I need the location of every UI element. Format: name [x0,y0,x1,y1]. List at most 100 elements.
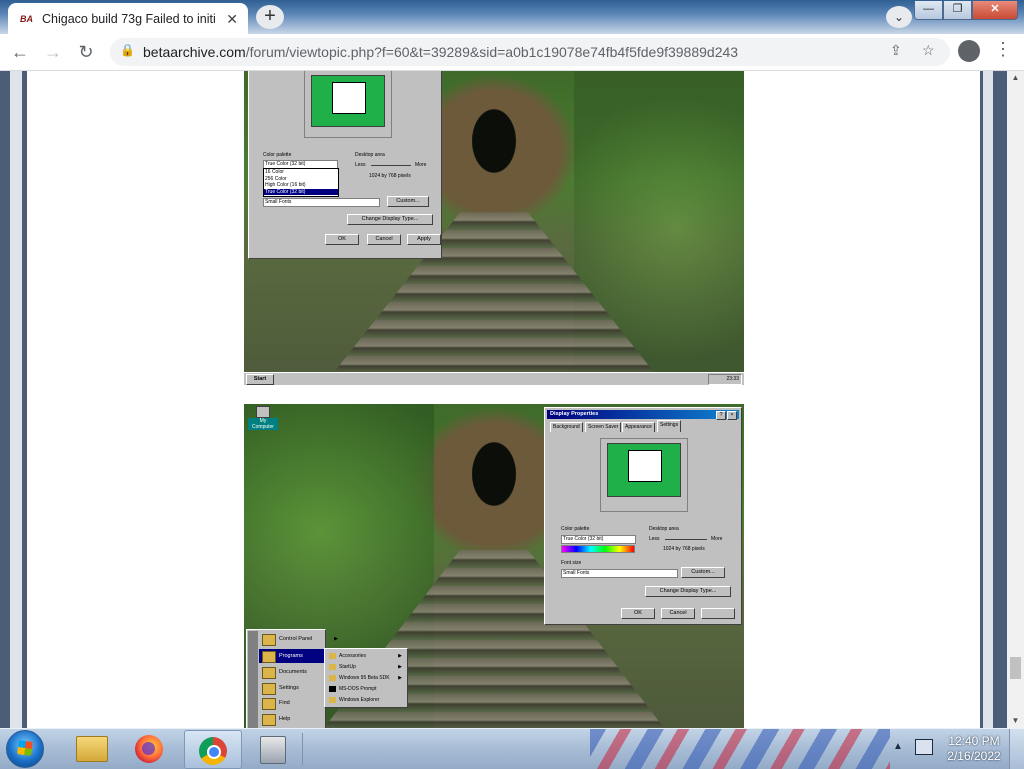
font-size-select[interactable]: Small Fonts [263,198,380,207]
network-icon[interactable] [915,739,933,755]
start-menu-help[interactable]: Help [259,712,341,726]
taskbar-firefox[interactable] [122,730,178,767]
color-palette-options: 16 Color 256 Color High Color (16 bit) T… [263,168,339,197]
browser-tab-active[interactable]: BA Chigaco build 73g Failed to initi ✕ [8,3,248,34]
submenu-ms-dos-prompt[interactable]: MS-DOS Prompt [327,684,405,694]
submenu-accessories[interactable]: Accessories ▶ [327,651,405,661]
change-display-type-button-2[interactable]: Change Display Type... [645,586,731,597]
apply-button[interactable]: Apply [407,234,441,245]
betaarchive-favicon-icon: BA [20,13,33,24]
new-tab-button[interactable]: + [256,5,284,29]
profile-avatar-icon[interactable] [958,40,980,62]
taskbar-chrome[interactable] [184,730,242,769]
desktop-area-slider[interactable] [371,165,411,166]
win95-start-button[interactable]: Start [246,374,274,385]
attached-screenshot-1[interactable]: Color palette True Color (32 bit) 16 Col… [244,71,744,385]
tab-appearance[interactable]: Appearance [622,422,655,432]
start-menu-control-panel[interactable]: Control Panel ▶ [259,632,341,646]
start-orb-button[interactable] [6,730,44,768]
forward-arrow-icon[interactable]: → [41,40,65,64]
bookmark-star-icon[interactable]: ☆ [922,42,935,59]
tab-screen-saver[interactable]: Screen Saver [585,422,622,432]
tab-search-chevron-icon[interactable]: ⌄ [886,6,912,28]
explorer-icon [329,697,336,703]
ok-button[interactable]: OK [325,234,359,245]
folder-icon [329,675,336,681]
windows-taskbar: ▲ 12:40 PM 2/16/2022 [0,728,1024,769]
custom-button[interactable]: Custom... [387,196,429,207]
tab-settings[interactable]: Settings [657,420,682,432]
cancel-button-2[interactable]: Cancel [661,608,695,619]
programs-folder-icon [262,651,276,663]
attached-screenshot-2[interactable]: My Computer Display Properties ? × Backg… [244,404,744,728]
system-clock[interactable]: 12:40 PM 2/16/2022 [944,734,1004,764]
help-book-icon [262,714,276,726]
tab-title: Chigaco build 73g Failed to initi [42,11,216,26]
folder-icon [329,664,336,670]
settings-icon [262,683,276,695]
page-scrollbar[interactable]: ▲ ▼ [1007,71,1024,728]
tab-background[interactable]: Background [550,422,583,432]
close-icon[interactable]: × [727,411,737,420]
chrome-icon [199,737,227,765]
reload-icon[interactable]: ↻ [74,40,98,64]
close-window-button[interactable]: ✕ [972,1,1018,20]
dialog-titlebar: Display Properties [547,410,739,419]
desktop-area-slider-2[interactable] [665,539,707,540]
monitor-preview-icon [304,71,392,138]
help-icon[interactable]: ? [716,411,726,420]
font-size-select-2[interactable]: Small Fonts [561,569,678,578]
page-viewport: Color palette True Color (32 bit) 16 Col… [0,71,1007,728]
cancel-button[interactable]: Cancel [367,234,401,245]
control-panel-icon [262,634,276,646]
monitor-preview-icon-2 [600,438,688,512]
address-bar[interactable]: 🔒 betaarchive.com/forum/viewtopic.php?f=… [110,38,950,66]
display-properties-dialog-2: Display Properties ? × Background Screen… [544,407,742,625]
back-arrow-icon[interactable]: ← [8,40,32,64]
show-hidden-icons-arrow-icon[interactable]: ▲ [893,741,903,752]
lock-icon: 🔒 [120,43,135,57]
share-icon[interactable]: ⇪ [890,42,902,59]
virtual-machine-icon [260,736,286,764]
apply-button-2[interactable] [701,608,735,619]
taskbar-file-explorer[interactable] [62,730,118,767]
taskbar-virtual-machine[interactable] [244,730,300,767]
maximize-button[interactable]: ❐ [943,1,972,20]
scrollbar-thumb[interactable] [1010,657,1021,679]
color-palette-select-2[interactable]: True Color (32 bit) [561,535,636,544]
browser-titlebar: BA Chigaco build 73g Failed to initi ✕ +… [0,0,1024,34]
minimize-button[interactable]: — [914,1,943,20]
windows-logo-icon [17,740,33,756]
documents-icon [262,667,276,679]
computer-icon [256,406,270,418]
my-computer-desktop-icon[interactable]: My Computer [248,406,278,430]
page-margin-right [983,71,993,728]
window-controls: — ❐ ✕ [914,1,1018,20]
url-text: betaarchive.com/forum/viewtopic.php?f=60… [143,44,739,60]
scroll-down-arrow-icon[interactable]: ▼ [1007,714,1024,728]
submenu-win95-beta-sdk[interactable]: Windows 95 Beta SDK ▶ [327,673,405,683]
show-desktop-button[interactable] [1009,729,1024,769]
folder-icon [76,736,108,762]
browser-toolbar: ← → ↻ 🔒 betaarchive.com/forum/viewtopic.… [0,34,1024,71]
submenu-windows-explorer[interactable]: Windows Explorer [327,695,405,705]
find-icon [262,698,276,710]
custom-button-2[interactable]: Custom... [681,567,725,578]
forum-post-body: Color palette True Color (32 bit) 16 Col… [27,71,980,728]
change-display-type-button[interactable]: Change Display Type... [347,214,433,225]
submenu-startup[interactable]: StartUp ▶ [327,662,405,672]
browser-menu-icon[interactable]: ⋮ [994,39,1012,60]
display-properties-dialog: Color palette True Color (32 bit) 16 Col… [248,71,442,259]
color-spectrum-bar [561,545,635,553]
ms-dos-icon [329,686,336,692]
tab-close-icon[interactable]: ✕ [226,11,238,28]
firefox-icon [135,735,163,763]
scroll-up-arrow-icon[interactable]: ▲ [1007,71,1024,85]
win95-start-menu: Control Panel▶ Programs▶ Documents▶ Sett… [246,629,341,728]
win95-taskbar: Start 23:33 [244,372,744,385]
ok-button-2[interactable]: OK [621,608,655,619]
programs-submenu: Accessories ▶ StartUp ▶ Windows 95 Beta SD… [324,648,408,708]
win95-clock: 23:33 [708,374,742,385]
folder-icon [329,653,336,659]
page-margin-left [10,71,22,728]
